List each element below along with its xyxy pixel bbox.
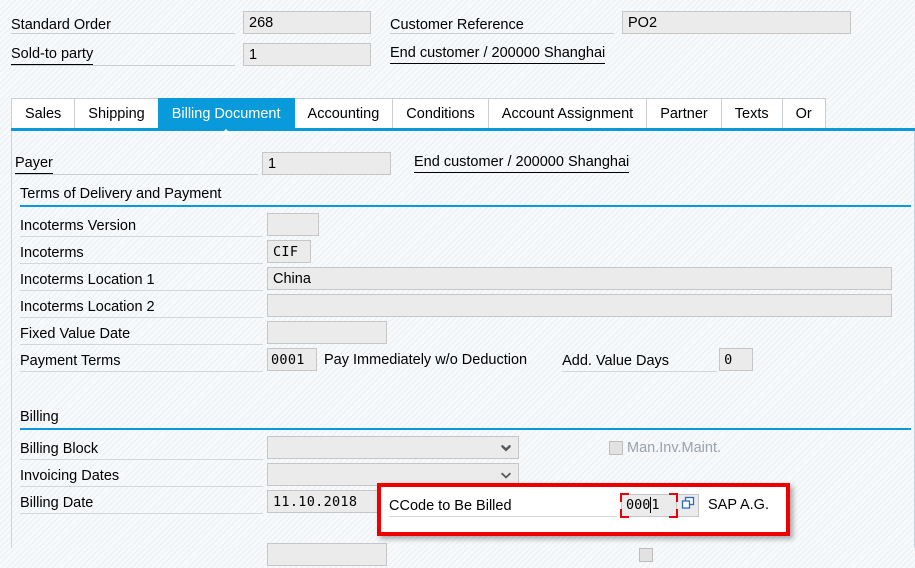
invoicing-dates-label-box: Invoicing Dates bbox=[20, 463, 263, 487]
section-title-billing: Billing bbox=[20, 408, 59, 425]
fixed-value-date-label: Fixed Value Date bbox=[20, 325, 131, 342]
order-type-label-box: Standard Order bbox=[11, 11, 235, 34]
incoterms-location-1-label: Incoterms Location 1 bbox=[20, 271, 155, 288]
customer-reference-field[interactable]: PO2 bbox=[622, 10, 851, 34]
tab-shipping[interactable]: Shipping bbox=[74, 98, 159, 128]
chevron-down-icon bbox=[500, 471, 512, 479]
ccode-value-before-caret: 000 bbox=[626, 497, 651, 513]
payment-terms-field[interactable]: 0001 bbox=[267, 348, 317, 371]
ccode-value-after-caret: 1 bbox=[651, 497, 660, 513]
incoterms-location-2-label-box: Incoterms Location 2 bbox=[20, 294, 263, 318]
ccode-to-be-billed-label-box: CCode to Be Billed bbox=[389, 493, 617, 517]
partial-bottom-field[interactable] bbox=[267, 543, 387, 566]
tab-partner[interactable]: Partner bbox=[646, 98, 722, 128]
payer-field[interactable]: 1 bbox=[262, 152, 391, 175]
payer-value[interactable]: 1 bbox=[268, 156, 276, 174]
payment-terms-label: Payment Terms bbox=[20, 352, 121, 369]
incoterms-location-1-field[interactable]: China bbox=[267, 267, 892, 290]
chevron-down-icon bbox=[500, 444, 512, 452]
tab-conditions[interactable]: Conditions bbox=[392, 98, 489, 128]
field-row-incoterms-version: Incoterms Version bbox=[20, 211, 905, 238]
field-row-incoterms: Incoterms CIF bbox=[20, 238, 905, 265]
tab-strip[interactable]: Sales Shipping Billing Document Accounti… bbox=[11, 98, 915, 128]
payer-description-link[interactable]: End customer / 200000 Shanghai bbox=[414, 154, 630, 173]
incoterms-version-label: Incoterms Version bbox=[20, 217, 137, 234]
focus-bracket-top-left bbox=[620, 492, 629, 502]
incoterms-location-2-label: Incoterms Location 2 bbox=[20, 298, 155, 315]
section-header-terms: Terms of Delivery and Payment bbox=[20, 182, 911, 207]
sold-to-party-label[interactable]: Sold-to party bbox=[11, 46, 94, 65]
sold-to-label-box: Sold-to party bbox=[11, 43, 235, 66]
field-row-incoterms-location-1: Incoterms Location 1 China bbox=[20, 265, 905, 292]
tab-texts[interactable]: Texts bbox=[720, 98, 783, 128]
header-row-custdesc: End customer / 200000 Shanghai bbox=[390, 42, 606, 66]
sold-to-party-field[interactable]: 1 bbox=[243, 42, 371, 66]
billing-date-label-box: Billing Date bbox=[20, 490, 263, 514]
billing-block-dropdown[interactable] bbox=[267, 436, 519, 459]
header-row-soldto: Sold-to party 1 bbox=[11, 42, 371, 66]
billing-block-label-box: Billing Block bbox=[20, 436, 263, 460]
section-header-billing: Billing bbox=[20, 405, 911, 430]
order-type-label: Standard Order bbox=[11, 16, 111, 33]
field-row-partial-bottom bbox=[20, 541, 905, 568]
field-row-payment-terms: Payment Terms 0001 Pay Immediately w/o D… bbox=[20, 346, 905, 373]
ccode-to-be-billed-description: SAP A.G. bbox=[708, 497, 769, 513]
ccode-value-help-button[interactable] bbox=[677, 493, 699, 517]
invoicing-dates-label: Invoicing Dates bbox=[20, 467, 120, 484]
value-help-icon bbox=[681, 496, 695, 514]
header-row-custref: Customer Reference PO2 bbox=[390, 10, 851, 34]
tab-sales[interactable]: Sales bbox=[11, 98, 76, 128]
incoterms-location-2-field[interactable] bbox=[267, 294, 892, 317]
add-value-days-label: Add. Value Days bbox=[562, 352, 670, 369]
sold-to-party-value[interactable]: 1 bbox=[249, 47, 257, 65]
billing-date-field[interactable]: 11.10.2018 bbox=[267, 490, 384, 513]
fixed-value-date-field[interactable] bbox=[267, 321, 387, 344]
payer-label[interactable]: Payer bbox=[15, 155, 53, 174]
billing-block-label: Billing Block bbox=[20, 440, 99, 457]
tab-billing-document[interactable]: Billing Document bbox=[157, 98, 295, 128]
add-value-days-label-box: Add. Value Days bbox=[562, 348, 718, 372]
incoterms-label-box: Incoterms bbox=[20, 240, 263, 264]
payer-row: Payer 1 End customer / 200000 Shanghai bbox=[15, 151, 895, 176]
incoterms-version-label-box: Incoterms Version bbox=[20, 213, 263, 237]
incoterms-label: Incoterms bbox=[20, 244, 84, 261]
tab-account-assignment[interactable]: Account Assignment bbox=[487, 98, 648, 128]
tab-accounting[interactable]: Accounting bbox=[293, 98, 394, 128]
payment-terms-description: Pay Immediately w/o Deduction bbox=[324, 351, 528, 368]
field-row-incoterms-location-2: Incoterms Location 2 bbox=[20, 292, 905, 319]
incoterms-field[interactable]: CIF bbox=[267, 240, 311, 263]
customer-reference-label-box: Customer Reference bbox=[390, 11, 614, 34]
add-value-days-field[interactable]: 0 bbox=[719, 348, 754, 371]
field-row-ccode-to-be-billed: CCode to Be Billed 000 1 SAP A.G. bbox=[389, 492, 785, 518]
focus-bracket-bottom-right bbox=[669, 508, 678, 518]
payment-terms-label-box: Payment Terms bbox=[20, 348, 263, 372]
ccode-highlight-annotation: CCode to Be Billed 000 1 SAP A.G. bbox=[377, 483, 790, 536]
focus-bracket-top-right bbox=[669, 492, 678, 502]
tab-active-caret-icon bbox=[220, 129, 233, 135]
order-header: Standard Order 268 Sold-to party 1 Custo… bbox=[0, 0, 915, 74]
fixed-value-date-label-box: Fixed Value Date bbox=[20, 321, 263, 345]
partial-bottom-checkbox[interactable] bbox=[639, 547, 653, 562]
incoterms-location-1-label-box: Incoterms Location 1 bbox=[20, 267, 263, 291]
incoterms-version-field[interactable] bbox=[267, 213, 319, 236]
section-title-terms: Terms of Delivery and Payment bbox=[20, 185, 222, 202]
payer-label-box: Payer bbox=[15, 152, 258, 175]
tab-order-data-truncated[interactable]: Or bbox=[781, 98, 826, 128]
customer-description-link[interactable]: End customer / 200000 Shanghai bbox=[390, 45, 606, 64]
customer-reference-label: Customer Reference bbox=[390, 16, 524, 33]
field-row-billing-block: Billing Block Man.Inv.Maint. bbox=[20, 434, 905, 461]
man-inv-maint-label: Man.Inv.Maint. bbox=[627, 439, 722, 456]
ccode-to-be-billed-label: CCode to Be Billed bbox=[389, 498, 512, 514]
ccode-to-be-billed-input[interactable]: 000 1 bbox=[620, 492, 678, 518]
header-row-order: Standard Order 268 bbox=[11, 10, 371, 34]
focus-bracket-bottom-left bbox=[620, 508, 629, 518]
order-number-field[interactable]: 268 bbox=[243, 10, 371, 34]
man-inv-maint-checkbox[interactable] bbox=[609, 440, 623, 455]
billing-date-label: Billing Date bbox=[20, 494, 94, 511]
field-row-fixed-value-date: Fixed Value Date bbox=[20, 319, 905, 346]
